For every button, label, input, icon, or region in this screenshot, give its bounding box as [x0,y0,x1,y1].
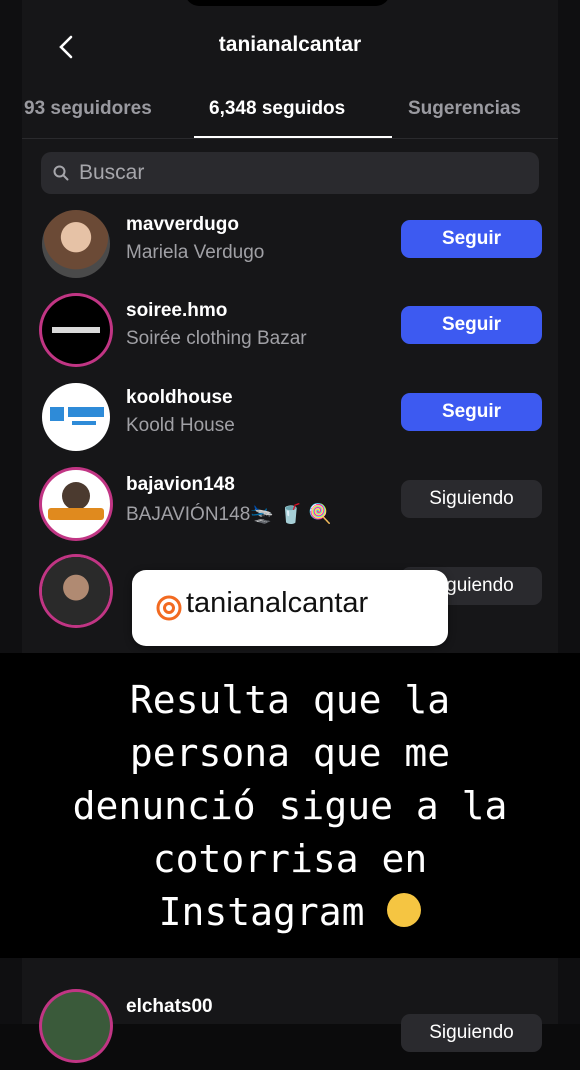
display-name: Soirée clothing Bazar [126,328,307,349]
list-item[interactable]: kooldhouse Koold House Seguir [22,381,558,461]
bajavion-logo-icon [48,482,104,520]
list-item[interactable]: soiree.hmo Soirée clothing Bazar Seguir [22,294,558,374]
follow-button[interactable]: Seguir [401,393,542,431]
caption-line: denunció sigue a la [72,784,508,828]
display-name: Koold House [126,415,235,436]
avatar[interactable] [42,557,110,625]
page-title: tanianalcantar [218,33,362,56]
avatar[interactable] [42,470,110,538]
avatar[interactable] [42,210,110,278]
following-button[interactable]: Siguiendo [401,480,542,518]
username[interactable]: kooldhouse [126,387,233,409]
list-item[interactable]: elchats00 Siguiendo [22,990,558,1070]
display-name: Mariela Verdugo [126,242,265,263]
active-tab-indicator [194,136,392,138]
koold-house-logo-icon [50,407,104,425]
mention-text: tanianalcantar [186,587,369,619]
avatar[interactable] [42,296,110,364]
search-input[interactable]: Buscar [41,152,539,194]
username[interactable]: elchats00 [126,996,213,1018]
search-placeholder: Buscar [79,161,145,184]
caption-line: Instagram [158,890,365,934]
avatar[interactable] [42,992,110,1060]
list-item[interactable]: bajavion148 BAJAVIÓN148🛬 🥤 🍭 Siguiendo [22,468,558,548]
caption-line: Resulta que la [129,678,451,722]
following-button[interactable]: Siguiendo [401,1014,542,1052]
threads-at-icon [156,595,182,621]
tab-bar: 93 seguidores 6,348 seguidos Sugerencias [22,98,558,139]
tab-following[interactable]: 6,348 seguidos [209,98,345,120]
avatar[interactable] [42,383,110,451]
follow-button[interactable]: Seguir [401,306,542,344]
mention-sticker[interactable]: tanianalcantar [132,570,448,646]
story-caption: Resulta que la persona que me denunció s… [0,674,580,939]
phone-notch [185,0,390,6]
follow-button[interactable]: Seguir [401,220,542,258]
caption-line: cotorrisa en [152,837,428,881]
list-item[interactable]: mavverdugo Mariela Verdugo Seguir [22,208,558,288]
tab-suggestions[interactable]: Sugerencias [408,98,521,120]
caption-line: persona que me [129,731,451,775]
tab-followers[interactable]: 93 seguidores [24,98,152,120]
display-name: BAJAVIÓN148🛬 🥤 🍭 [126,504,332,525]
username[interactable]: soiree.hmo [126,300,227,322]
woozy-face-icon [387,892,422,927]
soiree-logo-icon [52,327,100,333]
username[interactable]: mavverdugo [126,214,239,236]
search-icon [53,165,69,181]
username[interactable]: bajavion148 [126,474,235,496]
